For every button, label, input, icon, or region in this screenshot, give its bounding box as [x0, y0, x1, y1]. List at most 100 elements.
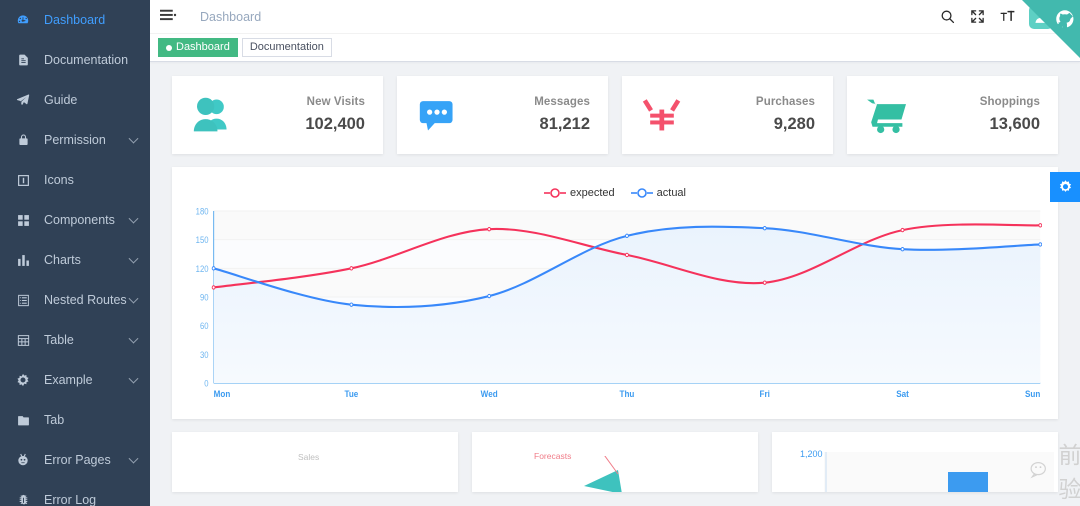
stat-title: Shoppings: [979, 96, 1040, 108]
people-icon: [188, 91, 236, 139]
font-size-icon[interactable]: [999, 8, 1016, 25]
document-icon: [14, 51, 32, 69]
sidebar-item-label: Nested Routes: [44, 293, 127, 307]
svg-text:Tue: Tue: [344, 388, 358, 399]
sidebar-item-permission[interactable]: Permission: [0, 120, 150, 160]
svg-text:Sun: Sun: [1025, 388, 1040, 399]
chevron-down-icon: [128, 133, 139, 144]
sidebar-item-example[interactable]: Example: [0, 360, 150, 400]
shopping-cart-icon: [863, 91, 911, 139]
app-root: Dashboard Documentation Guide Permission…: [0, 0, 1080, 506]
hamburger-menu-icon[interactable]: [160, 9, 178, 25]
tag-dashboard[interactable]: Dashboard: [158, 38, 238, 57]
svg-text:Sat: Sat: [896, 388, 909, 399]
sidebar-item-documentation[interactable]: Documentation: [0, 40, 150, 80]
table-grid-icon: [14, 331, 32, 349]
stat-title: New Visits: [306, 96, 365, 108]
stat-card-messages[interactable]: Messages 81,212: [397, 76, 608, 154]
legend-marker-actual: [630, 188, 653, 198]
chart-plot-area[interactable]: 0 30 60 90 120 150 180 Mon Tue Wed Thu Fri Sat Sun: [188, 203, 1042, 415]
breadcrumb[interactable]: Dashboard: [200, 10, 261, 24]
line-chart-panel: expected actual 0 30 60 90 120 150 180 Mon Tue We…: [172, 167, 1058, 419]
stat-value: 81,212: [539, 115, 590, 133]
sidebar: Dashboard Documentation Guide Permission…: [0, 0, 150, 506]
tags-view: Dashboard Documentation: [150, 34, 1080, 62]
sidebar-item-label: Table: [44, 333, 74, 347]
sidebar-item-label: Components: [44, 213, 115, 227]
stat-title: Messages: [534, 96, 590, 108]
svg-text:Wed: Wed: [481, 388, 498, 399]
top-navbar: Dashboard: [150, 0, 1080, 34]
search-icon[interactable]: [939, 8, 956, 25]
chevron-down-icon: [128, 453, 139, 464]
bar-axis-label: 1,200: [800, 449, 823, 459]
stat-text-group: Shoppings 13,600: [980, 96, 1040, 134]
sidebar-item-label: Documentation: [44, 53, 129, 67]
error-bug-face-icon: [14, 451, 32, 469]
chevron-down-icon: [128, 213, 139, 224]
stat-card-shoppings[interactable]: Shoppings 13,600: [847, 76, 1058, 154]
forecasts-label: Forecasts: [534, 451, 572, 461]
sidebar-item-icons[interactable]: Icons: [0, 160, 150, 200]
tag-documentation[interactable]: Documentation: [241, 38, 332, 57]
nested-list-icon: [14, 291, 32, 309]
svg-text:60: 60: [200, 321, 209, 332]
chevron-down-icon: [128, 333, 139, 344]
fullscreen-icon[interactable]: [969, 8, 986, 25]
svg-text:150: 150: [196, 235, 209, 246]
legend-label: actual: [656, 187, 686, 199]
main-region: Dashboard Dashboard Documentation New Vi…: [150, 0, 1080, 506]
message-icon: [413, 91, 461, 139]
sidebar-item-label: Icons: [44, 173, 74, 187]
svg-text:Mon: Mon: [214, 388, 231, 399]
sidebar-item-tab[interactable]: Tab: [0, 400, 150, 440]
forecasts-pie-card[interactable]: Forecasts: [472, 432, 758, 492]
icons-square-icon: [14, 171, 32, 189]
sidebar-item-label: Dashboard: [44, 13, 106, 27]
error-log-bug-icon: [14, 491, 32, 506]
sidebar-item-dashboard[interactable]: Dashboard: [0, 0, 150, 40]
svg-text:0: 0: [204, 378, 209, 389]
settings-panel-button[interactable]: [1050, 172, 1080, 202]
chevron-down-icon: [128, 293, 139, 304]
sidebar-item-label: Tab: [44, 413, 65, 427]
stat-value: 9,280: [773, 115, 815, 133]
stat-card-new-visits[interactable]: New Visits 102,400: [172, 76, 383, 154]
example-gear-icon: [14, 371, 32, 389]
bar-chart-card[interactable]: 1,200: [772, 432, 1058, 492]
active-dot-icon: [166, 44, 172, 51]
sidebar-item-label: Guide: [44, 93, 78, 107]
svg-text:120: 120: [196, 263, 209, 274]
legend-item-expected[interactable]: expected: [543, 187, 615, 199]
sidebar-item-components[interactable]: Components: [0, 200, 150, 240]
components-grid-icon: [14, 211, 32, 229]
tag-label: Documentation: [249, 41, 324, 53]
sidebar-item-error-pages[interactable]: Error Pages: [0, 440, 150, 480]
sidebar-item-nested-routes[interactable]: Nested Routes: [0, 280, 150, 320]
sidebar-item-label: Charts: [44, 253, 81, 267]
line-chart-labels: 0 30 60 90 120 150 180 Mon Tue Wed Thu Fri Sat Sun: [196, 206, 1041, 399]
svg-text:Fri: Fri: [760, 388, 770, 399]
chart-bars-icon: [14, 251, 32, 269]
chart-legend: expected actual: [188, 185, 1042, 201]
sidebar-item-table[interactable]: Table: [0, 320, 150, 360]
sidebar-item-error-log[interactable]: Error Log: [0, 480, 150, 506]
bar-chart-glyph: [824, 452, 1054, 492]
svg-text:90: 90: [200, 292, 209, 303]
stat-card-purchases[interactable]: Purchases 9,280: [622, 76, 833, 154]
stat-text-group: New Visits 102,400: [305, 96, 365, 134]
forecasts-pie-glyph: [584, 456, 622, 492]
github-corner-ribbon[interactable]: [1022, 0, 1080, 58]
sidebar-item-charts[interactable]: Charts: [0, 240, 150, 280]
legend-marker-expected: [543, 188, 566, 198]
chevron-down-icon: [128, 253, 139, 264]
svg-text:180: 180: [196, 206, 209, 217]
tag-label: Dashboard: [176, 41, 230, 53]
sidebar-item-guide[interactable]: Guide: [0, 80, 150, 120]
sales-pie-card[interactable]: Sales: [172, 432, 458, 492]
gear-icon: [1059, 179, 1071, 192]
svg-text:30: 30: [200, 349, 209, 360]
legend-item-actual[interactable]: actual: [630, 187, 686, 199]
sidebar-item-label: Permission: [44, 133, 106, 147]
sales-label: Sales: [298, 452, 320, 462]
